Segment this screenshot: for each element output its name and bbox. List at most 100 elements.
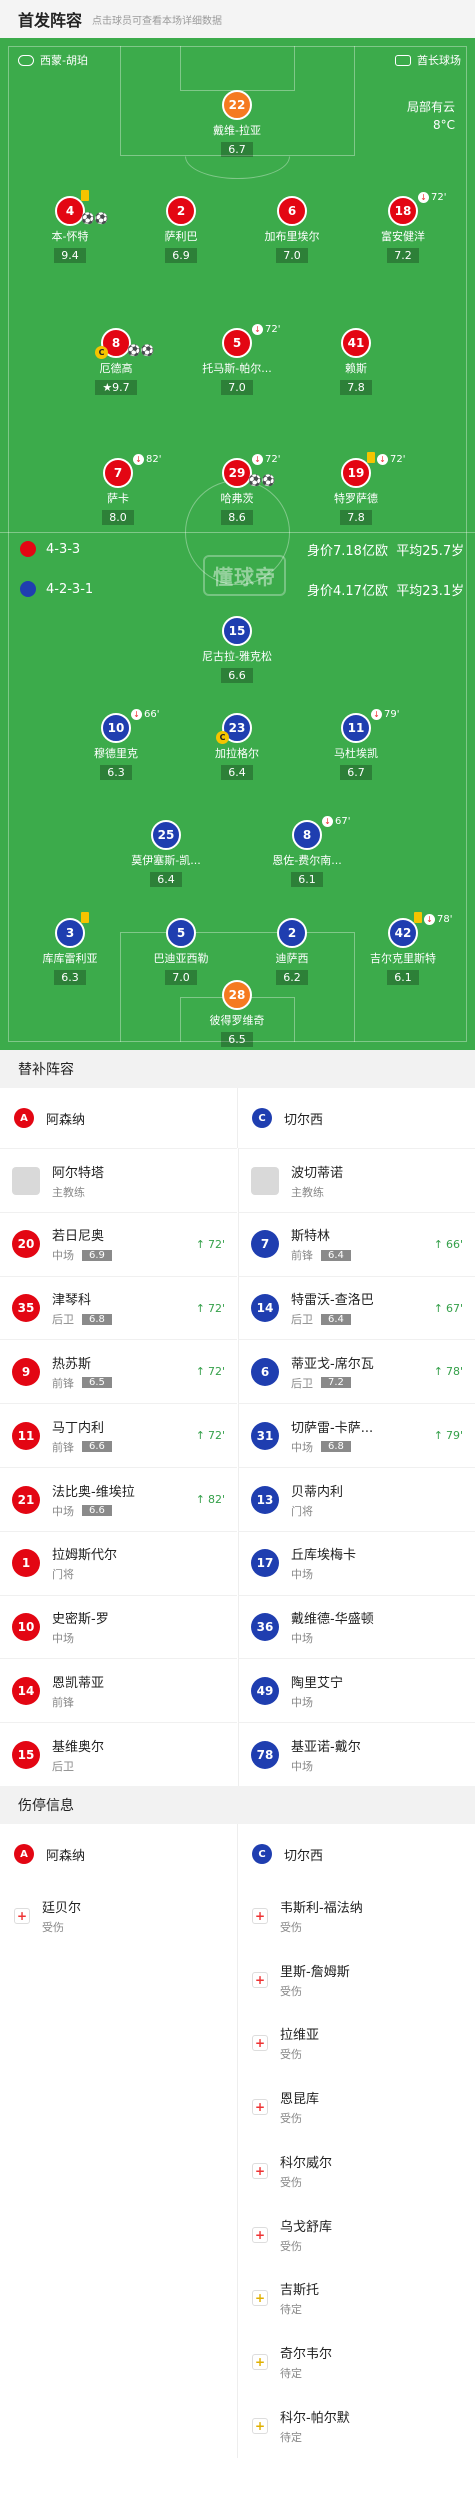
player-away_players[interactable]: 11 ↓ 79' 马杜埃凯 6.7 [301,709,411,780]
sub-number: 14 [12,1676,40,1705]
lineup-page: 首发阵容 点击球员可查看本场详细数据 西蒙-胡珀 酋长球场 局部有云 8°C 懂… [0,0,475,2508]
player-away_players[interactable]: 42 ↓ 78' 吉尔克里斯特 6.1 [348,912,458,985]
injuries-home-team[interactable]: A 阿森纳 [0,1824,237,1884]
home-formation-label: 4-3-3 [46,541,81,557]
sub-name: 波切蒂诺 [291,1165,344,1181]
injury-row[interactable]: + 韦斯利-福法纳 受伤 [238,1884,475,1948]
sub-position-label: 主教练 [52,1185,85,1199]
sub-position: 中场 [291,1758,475,1774]
sub-position-label: 后卫 [52,1759,74,1773]
injury-status: 待定 [280,2303,302,2317]
sub-row[interactable]: 15 基维奥尔 后卫 [0,1722,237,1786]
sub-info: 恩凯蒂亚 前锋 [52,1672,237,1710]
player-away_players[interactable]: 2 迪萨西 6.2 [237,918,347,985]
sub-number: 10 [12,1613,40,1642]
sub-row[interactable]: 7 斯特林 前锋 6.4 ↑ 66' [238,1211,475,1276]
sub-row[interactable]: 35 津琴科 后卫 6.8 ↑ 72' [0,1275,237,1340]
injury-cross-icon: + [252,1908,268,1924]
sub-row[interactable]: 11 马丁内利 前锋 6.6 ↑ 72' [0,1403,237,1467]
sub-row[interactable]: 10 史密斯-罗 中场 [0,1594,237,1659]
subs-home-team[interactable]: A 阿森纳 [0,1088,237,1148]
player-away_players[interactable]: 15 尼古拉-雅克松 6.6 [182,616,292,683]
injury-row[interactable]: + 奇尔韦尔 待定 [238,2330,475,2394]
sub-row[interactable]: 17 丘库埃梅卡 中场 [238,1530,475,1595]
sub-row[interactable]: 21 法比奥-维埃拉 中场 6.6 ↑ 82' [0,1467,237,1531]
yellow-card-icon [81,190,89,201]
sub-row[interactable]: 78 基亚诺-戴尔 中场 [238,1722,475,1787]
injury-row[interactable]: + 乌戈舒库 受伤 [238,2203,475,2267]
sub-minute: 67' [335,816,351,827]
player-away_players[interactable]: 25 莫伊塞斯-凯... 6.4 [111,820,221,887]
injury-row[interactable]: + 里斯-詹姆斯 受伤 [238,1948,475,2012]
player-away_players[interactable]: 3 库库雷利亚 6.3 [15,912,125,985]
jersey-number: 10 [101,713,131,743]
player-home_players[interactable]: 41 赖斯 7.8 [301,328,411,395]
injury-info: 韦斯利-福法纳 受伤 [280,1897,363,1935]
sub-minute: 72' [265,454,281,465]
sub-position-label: 中场 [52,1249,74,1263]
player-away_players[interactable]: 8 ↓ 67' 恩佐-费尔南... 6.1 [252,816,362,887]
sub-name: 特雷沃-查洛巴 [291,1293,374,1309]
sub-row[interactable]: 6 蒂亚戈-席尔瓦 后卫 7.2 ↑ 78' [238,1339,475,1404]
sub-row[interactable]: 阿尔特塔 主教练 [0,1148,237,1212]
sub-row[interactable]: 31 切萨雷-卡萨... 中场 6.8 ↑ 79' [238,1403,475,1468]
sub-row[interactable]: 1 拉姆斯代尔 门将 [0,1530,237,1595]
injury-row[interactable]: + 吉斯托 待定 [238,2266,475,2330]
player-home_players[interactable]: 5 ↓ 72' 托马斯-帕尔... 7.0 [182,324,292,395]
sub-name: 若日尼奥 [52,1229,105,1245]
sub-event: ↓ 72' [252,324,280,335]
player-away_players[interactable]: 5 巴迪亚西勒 7.0 [126,918,236,985]
player-away_players[interactable]: 28 彼得罗维奇 6.5 [182,980,292,1047]
sub-row[interactable]: 波切蒂诺 主教练 [238,1148,475,1212]
player-away_players[interactable]: 10 ↓ 66' 穆德里克 6.3 [61,709,171,780]
player-home_players[interactable]: 2 萨利巴 6.9 [126,196,236,263]
injury-row[interactable]: + 科尔-帕尔默 待定 [238,2394,475,2458]
sub-row[interactable]: 20 若日尼奥 中场 6.9 ↑ 72' [0,1211,237,1276]
arsenal-badge-icon: A [14,1108,34,1128]
subs-away-team[interactable]: C 切尔西 [237,1088,475,1148]
sub-row[interactable]: 36 戴维德-华盛顿 中场 [238,1594,475,1659]
sub-position-label: 门将 [291,1504,313,1518]
sub-row[interactable]: 14 恩凯蒂亚 前锋 [0,1658,237,1722]
player-rating: 7.0 [221,380,253,395]
injury-row[interactable]: + 廷贝尔 受伤 [0,1884,237,1948]
player-home_players[interactable]: 19 ↓ 72' 特罗萨德 7.8 [301,452,411,525]
sub-name: 斯特林 [291,1229,331,1245]
player-home_players[interactable]: 8 ⚽⚽ C 厄德高 ★9.7 [61,328,171,395]
sub-number: 35 [12,1294,40,1323]
player-home_players[interactable]: 6 加布里埃尔 7.0 [237,196,347,263]
injury-info: 廷贝尔 受伤 [42,1897,81,1935]
player-home_players[interactable]: 29 ↓ 72' ⚽⚽ 哈弗茨 8.6 [182,454,292,525]
player-home_players[interactable]: 18 ↓ 72' 富安健洋 7.2 [348,192,458,263]
sub-position: 中场 6.6 [52,1503,196,1519]
sub-row[interactable]: 13 贝蒂内利 门将 [238,1467,475,1531]
sub-rating: 6.8 [82,1313,112,1325]
sub-position-label: 后卫 [291,1376,313,1390]
injury-row[interactable]: + 科尔威尔 受伤 [238,2139,475,2203]
jersey-wrap: 6 [277,196,307,226]
player-home_players[interactable]: 7 ↓ 82' 萨卡 8.0 [63,454,173,525]
sub-name: 津琴科 [52,1293,92,1309]
weather: 局部有云 8°C [407,98,455,134]
player-home_players[interactable]: 22 戴维-拉亚 6.7 [182,90,292,157]
sub-name: 热苏斯 [52,1356,92,1372]
sub-off-icon: ↓ [252,454,263,465]
sub-row[interactable]: 9 热苏斯 前锋 6.5 ↑ 72' [0,1339,237,1403]
jersey-wrap: 22 [222,90,252,120]
jersey-wrap: 2 [166,196,196,226]
injury-row[interactable]: + 恩昆库 受伤 [238,2075,475,2139]
player-home_players[interactable]: 4 ⚽⚽ 本-怀特 9.4 [15,190,125,263]
sub-row[interactable]: 14 特雷沃-查洛巴 后卫 6.4 ↑ 67' [238,1275,475,1340]
sub-rating: 6.6 [82,1441,112,1453]
player-away_players[interactable]: 23 C 加拉格尔 6.4 [182,713,292,780]
sub-info: 法比奥-维埃拉 中场 6.6 [52,1481,196,1519]
sub-row[interactable]: 49 陶里艾宁 中场 [238,1658,475,1723]
injury-row[interactable]: + 拉维亚 受伤 [238,2011,475,2075]
sub-minute: 72' [431,192,447,203]
injuries-away-team[interactable]: C 切尔西 [237,1824,475,1884]
sub-position-label: 中场 [291,1568,313,1582]
sub-info: 蒂亚戈-席尔瓦 后卫 7.2 [291,1353,434,1391]
sub-position-label: 中场 [291,1440,313,1454]
jersey-number: 8 [292,820,322,850]
player-name: 尼古拉-雅克松 [202,650,272,663]
